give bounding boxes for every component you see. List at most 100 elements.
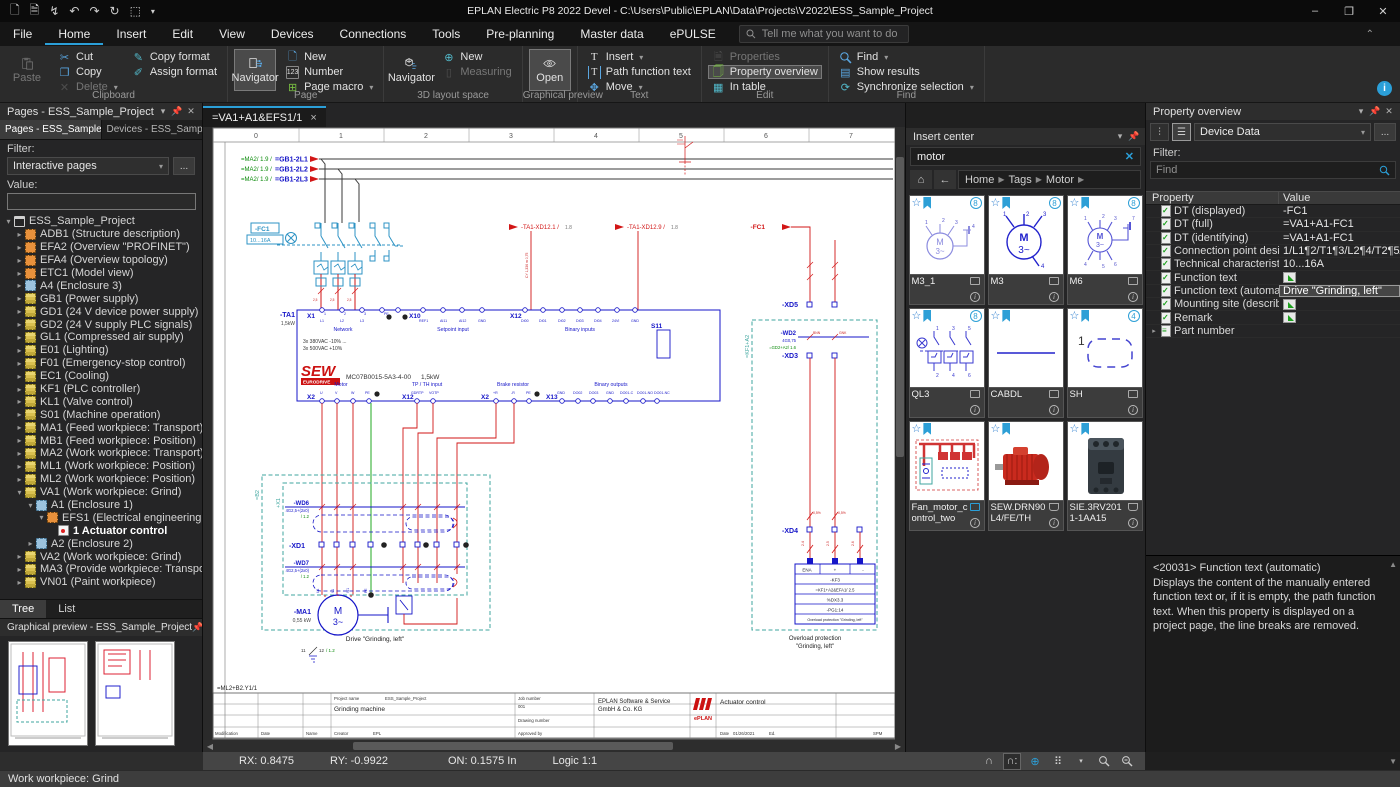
property-value[interactable] [1279, 311, 1400, 323]
tree-twisty-icon[interactable]: ▾ [4, 217, 13, 226]
tree-twisty-icon[interactable]: ▸ [15, 552, 24, 561]
property-set-dropdown[interactable]: Device Data▾ [1194, 123, 1371, 141]
redo-list-icon[interactable]: ↻ [110, 4, 120, 18]
info-icon[interactable]: i [970, 518, 980, 528]
tree-item[interactable]: ▸ETC1 (Model view) [0, 267, 202, 280]
copy-button[interactable]: ❐Copy [54, 65, 122, 79]
back-icon[interactable]: ← [934, 170, 956, 189]
info-icon[interactable]: i [970, 292, 980, 302]
tree-item[interactable]: ▸S01 (Machine operation) [0, 408, 202, 421]
tree-twisty-icon[interactable]: ▸ [15, 385, 24, 394]
tab-tree-view[interactable]: Tree [0, 600, 46, 618]
preview-open-button[interactable]: Open [529, 49, 571, 91]
tree-item[interactable]: ▸KL1 (Valve control) [0, 395, 202, 408]
canvas-vertical-scrollbar[interactable] [895, 127, 905, 740]
crosshair-icon[interactable]: ⊕ [1027, 754, 1043, 769]
tree-item[interactable]: 1 Actuator control [0, 524, 202, 537]
symbol-card[interactable]: ☆8135246QL3i [909, 308, 985, 418]
tree-item[interactable]: ▸MA2 (Work workpiece: Transport) [0, 447, 202, 460]
multiline-text-icon[interactable] [1283, 312, 1296, 323]
menu-master-data[interactable]: Master data [567, 24, 656, 45]
grid-icon[interactable]: ⠿ [1050, 754, 1066, 769]
maximize-button[interactable]: ❐ [1332, 0, 1366, 22]
tree-item[interactable]: ▸GL1 (Compressed air supply) [0, 331, 202, 344]
menu-devices[interactable]: Devices [258, 24, 327, 45]
tree-twisty-icon[interactable]: ▾ [37, 513, 46, 522]
menu-connections[interactable]: Connections [327, 24, 420, 45]
tree-item[interactable]: ▸F01 (Emergency-stop control) [0, 357, 202, 370]
property-row[interactable]: Mounting site (describ... [1146, 298, 1400, 311]
tree-item[interactable]: ▸GD1 (24 V device power supply) [0, 305, 202, 318]
favorite-star-icon[interactable]: ☆ [1070, 311, 1080, 321]
multiline-text-icon[interactable] [1283, 299, 1296, 310]
tree-twisty-icon[interactable]: ▸ [15, 281, 24, 290]
tree-twisty-icon[interactable]: ▸ [15, 449, 24, 458]
menu-file[interactable]: File [0, 24, 45, 45]
symbol-card[interactable]: ☆Fan_motor_control_two_...i [909, 421, 985, 531]
bookmark-icon[interactable] [1081, 197, 1089, 209]
menu-tools[interactable]: Tools [419, 24, 473, 45]
tree-item[interactable]: ▾EFS1 (Electrical engineering schem... [0, 511, 202, 524]
page-reference[interactable]: =ML2+B2.Y1/1 [217, 686, 258, 692]
redo-icon[interactable]: ↷ [89, 4, 99, 18]
info-icon[interactable]: i [1049, 405, 1059, 415]
tree-twisty-icon[interactable]: ▸ [15, 410, 24, 419]
tree-item[interactable]: ▾A1 (Enclosure 1) [0, 499, 202, 512]
property-row[interactable]: DT (identifying)=VA1+A1-FC1 [1146, 232, 1400, 245]
scroll-up-icon[interactable]: ▲ [1389, 560, 1397, 571]
tree-item[interactable]: ▸A4 (Enclosure 3) [0, 279, 202, 292]
assign-format-button[interactable]: ✐Assign format [128, 65, 221, 79]
layout-navigator-button[interactable]: Navigator [390, 49, 432, 91]
property-row[interactable]: Function text [1146, 271, 1400, 284]
property-find-box[interactable]: Find [1150, 161, 1396, 179]
close-button[interactable]: ✕ [1366, 0, 1400, 22]
tree-twisty-icon[interactable]: ▸ [15, 269, 24, 278]
menu-edit[interactable]: Edit [159, 24, 206, 45]
menu-view[interactable]: View [206, 24, 258, 45]
property-value[interactable]: 10...16A [1279, 258, 1400, 270]
document-tab[interactable]: =VA1+A1&EFS1/1 × [203, 106, 326, 127]
scroll-thumb[interactable] [353, 742, 673, 750]
bookmark-icon[interactable] [1002, 197, 1010, 209]
canvas-horizontal-scrollbar[interactable]: ◀ ▶ [203, 740, 905, 752]
snap-grid-icon[interactable]: ∩: [1004, 754, 1020, 769]
filter-select[interactable]: Interactive pages▾ [7, 157, 169, 175]
insert-center-search[interactable]: motor ✕ [910, 147, 1141, 166]
tree-twisty-icon[interactable]: ▾ [26, 501, 35, 510]
symbol-card[interactable]: ☆8M3~1234567M6i [1067, 195, 1143, 305]
tree-twisty-icon[interactable]: ▸ [15, 243, 24, 252]
pin-icon[interactable]: 📌 [170, 106, 184, 117]
symbol-card[interactable]: ☆41SHi [1067, 308, 1143, 418]
copy-format-button[interactable]: ✎Copy format [128, 50, 221, 64]
tree-item[interactable]: ▸GB1 (Power supply) [0, 292, 202, 305]
property-value[interactable] [1279, 271, 1400, 283]
pin-icon[interactable]: 📌 [192, 622, 202, 633]
favorite-star-icon[interactable]: ☆ [1070, 424, 1080, 434]
qat-overflow-icon[interactable]: ▾ [151, 7, 155, 16]
symbol-card[interactable]: ☆8M3~1234M3_1i [909, 195, 985, 305]
tree-twisty-icon[interactable]: ▸ [15, 436, 24, 445]
tree-item[interactable]: ▸EC1 (Cooling) [0, 370, 202, 383]
symbol-card[interactable]: ☆8M3~1234M3i [988, 195, 1064, 305]
help-icon[interactable]: i [1377, 81, 1392, 96]
tree-item[interactable]: ▸KF1 (PLC controller) [0, 383, 202, 396]
tree-item[interactable]: ▸ADB1 (Structure description) [0, 228, 202, 241]
bookmark-icon[interactable] [923, 197, 931, 209]
path-function-text-button[interactable]: TPath function text [584, 65, 695, 79]
bookmark-icon[interactable] [923, 310, 931, 322]
breadcrumb-motor[interactable]: Motor [1046, 174, 1074, 186]
bookmark-icon[interactable] [1002, 423, 1010, 435]
info-icon[interactable]: i [1049, 518, 1059, 528]
menu-home[interactable]: Home [45, 24, 103, 45]
tree-twisty-icon[interactable]: ▸ [15, 423, 24, 432]
tree-twisty-icon[interactable]: ▸ [15, 462, 24, 471]
tab-devices[interactable]: Devices - ESS_Sample_Pr... [102, 120, 203, 139]
favorite-star-icon[interactable]: ☆ [991, 424, 1001, 434]
property-row[interactable]: DT (full)=VA1+A1-FC1 [1146, 218, 1400, 231]
panel-menu-icon[interactable]: ▾ [156, 106, 170, 117]
show-results-button[interactable]: ▤Show results [835, 65, 978, 79]
favorite-star-icon[interactable]: ☆ [912, 311, 922, 321]
tab-pages[interactable]: Pages - ESS_Sample_Pro... [0, 120, 102, 139]
snap-icon[interactable]: ∩ [981, 754, 997, 769]
property-value[interactable]: -FC1 [1279, 205, 1400, 217]
